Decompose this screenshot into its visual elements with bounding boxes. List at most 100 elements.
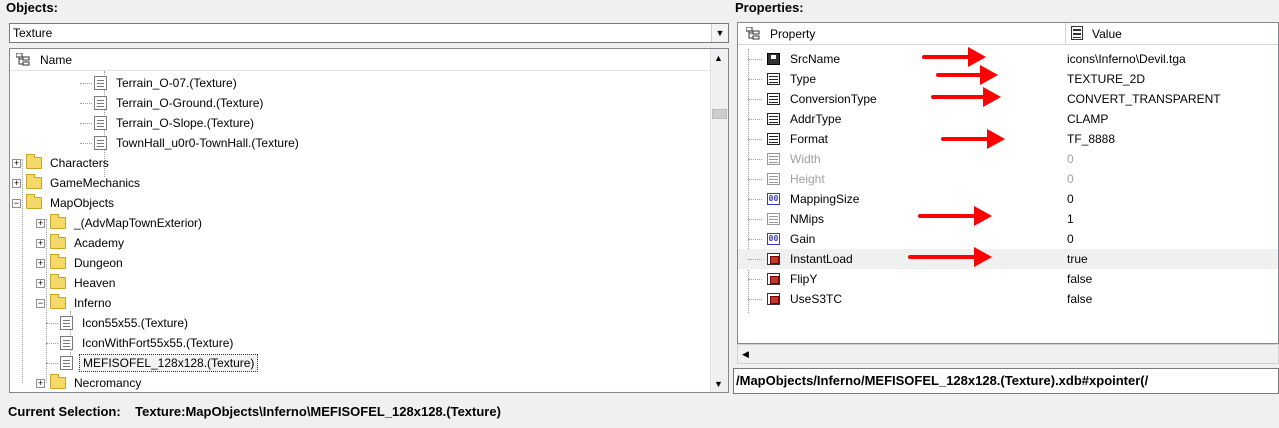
tree-texture-item[interactable]: Terrain_O-07.(Texture)	[94, 73, 240, 93]
tree-column-header[interactable]: Name	[10, 49, 712, 71]
folder-icon	[26, 174, 42, 189]
tree-texture-item[interactable]: Terrain_O-Slope.(Texture)	[94, 113, 257, 133]
property-name: SrcName	[790, 52, 841, 66]
property-value[interactable]: CLAMP	[1067, 112, 1108, 126]
property-row-mappingsize[interactable]: 00 MappingSize 0	[738, 189, 1278, 209]
property-value[interactable]: TEXTURE_2D	[1067, 72, 1145, 86]
property-row-gain[interactable]: 00 Gain 0	[738, 229, 1278, 249]
tree-folder-item[interactable]: + Dungeon	[36, 253, 126, 273]
numeric-property-icon: 00	[767, 233, 780, 245]
tree-vertical-scrollbar[interactable]: ▲ ▼	[710, 49, 728, 392]
property-tree-line	[748, 159, 762, 160]
tree-folder-item[interactable]: − MapObjects	[12, 193, 117, 213]
boolean-property-icon	[767, 253, 780, 265]
tree-line	[80, 143, 92, 144]
property-column-header[interactable]: Property	[738, 23, 1066, 44]
annotation-arrow	[908, 247, 992, 267]
expand-icon[interactable]: +	[36, 218, 45, 228]
tree-folder-item[interactable]: + GameMechanics	[12, 173, 143, 193]
tree-item-label: Heaven	[74, 276, 116, 290]
property-row-instantload[interactable]: InstantLoad true	[738, 249, 1278, 269]
property-row-srcname[interactable]: SrcName icons\Inferno\Devil.tga	[738, 49, 1278, 69]
expand-icon[interactable]: +	[36, 378, 45, 388]
tree-folder-item[interactable]: + _(AdvMapTownExterior)	[36, 213, 205, 233]
property-value[interactable]: true	[1067, 252, 1088, 266]
property-name: InstantLoad	[790, 252, 853, 266]
expand-icon[interactable]: +	[12, 158, 21, 168]
tree-item-label: TownHall_u0r0-TownHall.(Texture)	[116, 136, 299, 150]
tree-folder-item[interactable]: + Characters	[12, 153, 112, 173]
property-name: Type	[790, 72, 817, 86]
property-name: Width	[790, 152, 821, 166]
tree-texture-item[interactable]: IconWithFort55x55.(Texture)	[60, 333, 236, 353]
property-row-nmips[interactable]: NMips 1	[738, 209, 1278, 229]
expand-icon[interactable]: +	[36, 258, 45, 268]
object-path-text: /MapObjects/Inferno/MEFISOFEL_128x128.(T…	[736, 373, 1149, 388]
tree-item-label: Inferno	[74, 296, 112, 310]
tree-item-label: GameMechanics	[50, 176, 141, 190]
property-name: Format	[790, 132, 829, 146]
tree-item-label: Dungeon	[74, 256, 123, 270]
property-grid[interactable]: Property Value SrcName icons\Inferno\Devi…	[737, 22, 1279, 344]
property-row-uses3tc[interactable]: UseS3TC false	[738, 289, 1278, 309]
property-row-height[interactable]: Height 0	[738, 169, 1278, 189]
expand-icon[interactable]: +	[12, 178, 21, 188]
object-path-field[interactable]: /MapObjects/Inferno/MEFISOFEL_128x128.(T…	[733, 368, 1279, 394]
property-value[interactable]: false	[1067, 292, 1092, 306]
property-value[interactable]: 0	[1067, 172, 1074, 186]
property-value[interactable]: TF_8888	[1067, 132, 1115, 146]
property-row-addrtype[interactable]: AddrType CLAMP	[738, 109, 1278, 129]
chevron-down-icon[interactable]: ▼	[711, 24, 728, 42]
property-value[interactable]: 0	[1067, 232, 1074, 246]
tree-folder-item[interactable]: − Inferno	[36, 293, 114, 313]
collapse-icon[interactable]: −	[12, 198, 21, 208]
folder-icon	[50, 294, 66, 309]
tree-item-label: IconWithFort55x55.(Texture)	[82, 336, 234, 350]
boolean-property-icon	[767, 273, 780, 285]
tree-texture-item[interactable]: Icon55x55.(Texture)	[60, 313, 191, 333]
property-row-format[interactable]: Format TF_8888	[738, 129, 1278, 149]
numeric-property-icon: 00	[767, 193, 780, 205]
expand-icon[interactable]: +	[36, 238, 45, 248]
scroll-thumb[interactable]	[712, 109, 727, 119]
property-row-conversiontype[interactable]: ConversionType CONVERT_TRANSPARENT	[738, 89, 1278, 109]
properties-title: Properties:	[735, 0, 804, 15]
scroll-up-icon[interactable]: ▲	[714, 53, 723, 63]
collapse-icon[interactable]: −	[36, 298, 45, 308]
tree-folder-item[interactable]: + Heaven	[36, 273, 118, 293]
property-row-width[interactable]: Width 0	[738, 149, 1278, 169]
property-tree-line	[748, 79, 762, 80]
tree-header-label: Name	[40, 53, 73, 67]
enum-property-icon	[767, 113, 780, 125]
tree-folder-item[interactable]: + Academy	[36, 233, 127, 253]
object-tree[interactable]: Name Terrain_O-07.(Texture) Terrain_O-Gro…	[9, 48, 729, 393]
scroll-left-icon[interactable]: ◀	[742, 349, 749, 360]
tree-item-label: _(AdvMapTownExterior)	[74, 216, 203, 230]
property-tree-line	[748, 179, 762, 180]
property-value[interactable]: 0	[1067, 192, 1074, 206]
object-type-combo[interactable]: Texture ▼	[9, 23, 729, 43]
property-value[interactable]: false	[1067, 272, 1092, 286]
property-value[interactable]: 1	[1067, 212, 1074, 226]
tree-item-label: Terrain_O-Slope.(Texture)	[116, 116, 255, 130]
property-tree-line	[748, 119, 762, 120]
property-horizontal-scrollbar[interactable]: ◀	[737, 344, 1279, 364]
property-row-flipy[interactable]: FlipY false	[738, 269, 1278, 289]
texture-file-icon	[94, 116, 107, 130]
scroll-down-icon[interactable]: ▼	[714, 379, 723, 389]
property-value[interactable]: icons\Inferno\Devil.tga	[1067, 52, 1186, 66]
property-tree-line	[748, 299, 762, 300]
property-tree-line	[748, 139, 762, 140]
tree-texture-item[interactable]: MEFISOFEL_128x128.(Texture)	[60, 353, 259, 373]
tree-texture-item[interactable]: TownHall_u0r0-TownHall.(Texture)	[94, 133, 302, 153]
tree-texture-item[interactable]: Terrain_O-Ground.(Texture)	[94, 93, 266, 113]
property-value[interactable]: CONVERT_TRANSPARENT	[1067, 92, 1221, 106]
integer-property-icon	[767, 173, 780, 185]
tree-item-label: Icon55x55.(Texture)	[82, 316, 189, 330]
property-name: UseS3TC	[790, 292, 843, 306]
property-value[interactable]: 0	[1067, 152, 1074, 166]
texture-file-icon	[94, 136, 107, 150]
expand-icon[interactable]: +	[36, 278, 45, 288]
property-row-type[interactable]: Type TEXTURE_2D	[738, 69, 1278, 89]
tree-folder-item[interactable]: + Necromancy	[36, 373, 144, 392]
